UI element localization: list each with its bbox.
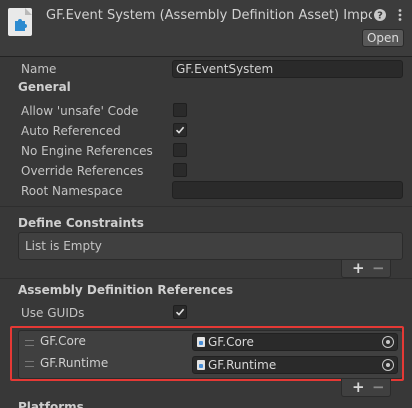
add-reference-button[interactable]: +	[352, 378, 365, 396]
checkmark-icon	[175, 126, 185, 134]
name-label: Name	[21, 62, 57, 76]
auto-referenced-label: Auto Referenced	[21, 124, 121, 138]
no-engine-refs-checkbox[interactable]	[173, 143, 187, 157]
override-refs-checkbox[interactable]	[173, 163, 187, 177]
name-field[interactable]: GF.EventSystem	[172, 60, 403, 78]
add-constraint-button[interactable]: +	[352, 259, 365, 277]
define-constraints-footer: + −	[341, 259, 391, 278]
highlight-box	[10, 326, 404, 381]
help-icon[interactable]: ?	[373, 8, 387, 22]
inspector-header: GF.Event System (Assembly Definition Ass…	[0, 0, 412, 56]
auto-referenced-checkbox[interactable]	[173, 123, 187, 137]
use-guids-checkbox[interactable]	[173, 305, 187, 319]
header-divider	[0, 56, 412, 57]
remove-reference-button[interactable]: −	[372, 378, 385, 396]
allow-unsafe-label: Allow 'unsafe' Code	[21, 104, 139, 118]
define-constraints-heading: Define Constraints	[18, 216, 144, 230]
asset-file-icon	[8, 8, 32, 36]
general-heading: General	[18, 80, 71, 94]
checkmark-icon	[175, 308, 185, 316]
remove-constraint-button[interactable]: −	[372, 259, 385, 277]
section-divider	[0, 278, 412, 279]
root-namespace-field[interactable]	[172, 181, 403, 199]
inspector-title: GF.Event System (Assembly Definition Ass…	[46, 8, 372, 23]
open-button[interactable]: Open	[362, 29, 404, 47]
root-namespace-label: Root Namespace	[21, 184, 123, 198]
list-empty-text: List is Empty	[25, 239, 102, 253]
platforms-heading: Platforms	[18, 400, 84, 408]
section-divider	[0, 206, 412, 207]
use-guids-label: Use GUIDs	[21, 306, 85, 320]
override-refs-label: Override References	[21, 164, 144, 178]
assembly-refs-footer: + −	[341, 378, 391, 397]
no-engine-refs-label: No Engine References	[21, 144, 153, 158]
svg-text:?: ?	[377, 11, 383, 22]
settings-icon[interactable]	[393, 8, 407, 22]
assembly-refs-heading: Assembly Definition References	[18, 283, 234, 297]
define-constraints-list: List is Empty	[18, 232, 403, 260]
allow-unsafe-checkbox[interactable]	[173, 103, 187, 117]
